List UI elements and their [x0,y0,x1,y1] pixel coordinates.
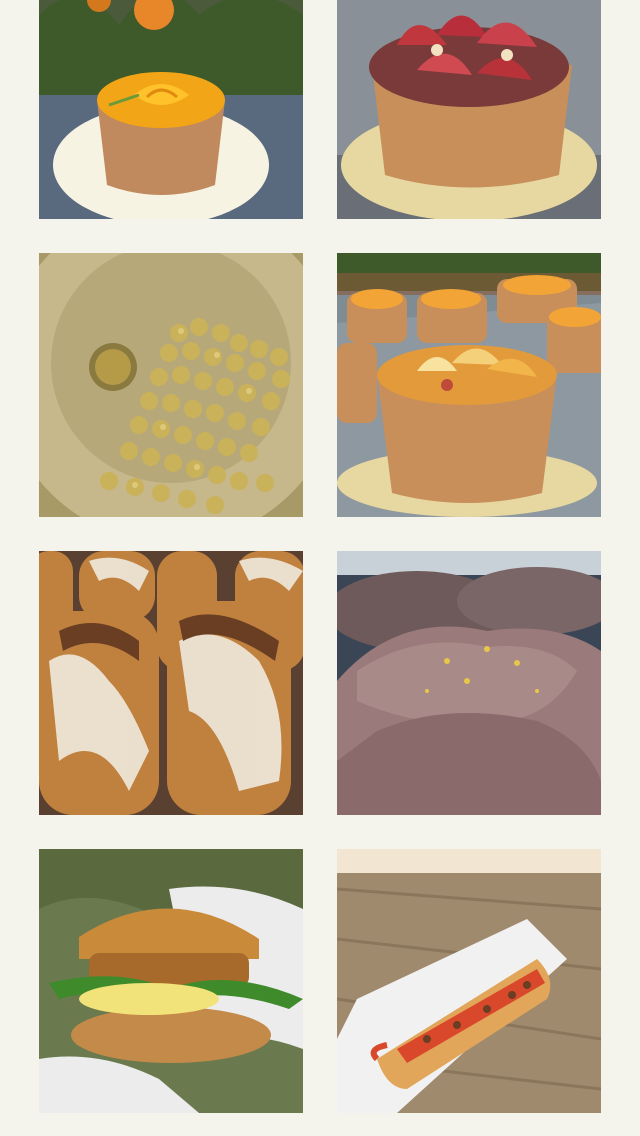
sugared-donut-image [337,551,601,815]
gold-pearls-image [39,253,303,517]
photo-gold-pearls[interactable] [39,253,303,517]
mango-tart-image [39,0,303,219]
hot-dog-image [337,849,601,1113]
photo-hot-dog[interactable] [337,849,601,1113]
photo-fig-tart[interactable] [337,0,601,219]
photo-eclairs[interactable] [39,551,303,815]
eclairs-image [39,551,303,815]
photo-fruit-tarts[interactable] [337,253,601,517]
chicken-burger-image [39,849,303,1113]
photo-sugared-donut[interactable] [337,551,601,815]
fig-tart-image [337,0,601,219]
photo-mango-tart[interactable] [39,0,303,219]
fruit-tarts-image [337,253,601,517]
photo-grid [0,0,640,1136]
photo-chicken-burger[interactable] [39,849,303,1113]
